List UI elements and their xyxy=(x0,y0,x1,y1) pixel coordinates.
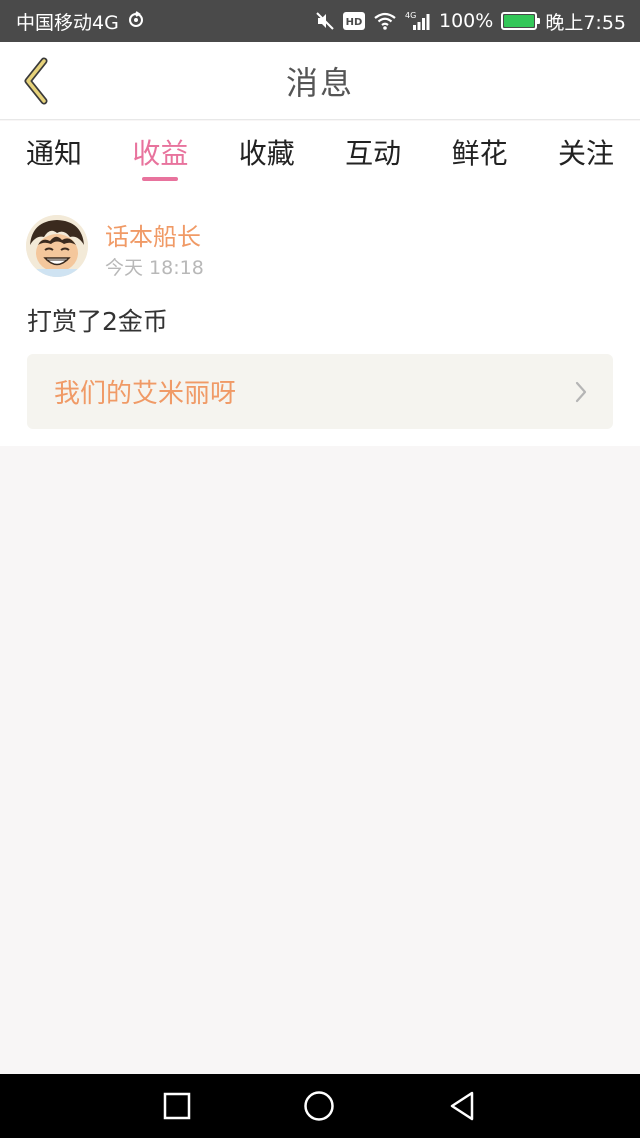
square-icon xyxy=(163,1092,191,1120)
circle-icon xyxy=(304,1091,334,1121)
wifi-icon xyxy=(373,11,397,31)
hd-label: HD xyxy=(346,17,363,28)
tab-earnings[interactable]: 收益 xyxy=(132,121,188,187)
battery-icon xyxy=(501,12,541,30)
tab-bar: 通知 收益 收藏 互动 鲜花 关注 xyxy=(0,121,640,187)
tab-flowers[interactable]: 鲜花 xyxy=(452,121,508,187)
system-back-button[interactable] xyxy=(446,1090,478,1122)
message-text: 打赏了2金币 xyxy=(27,307,168,336)
status-right: HD 4G 100% 晚上7:55 xyxy=(315,8,626,35)
page-title: 消息 xyxy=(285,63,354,102)
chevron-left-icon xyxy=(24,57,48,105)
carrier-label: 中国移动4G xyxy=(16,11,119,34)
tab-label: 关注 xyxy=(557,137,614,170)
battery-percent: 100% xyxy=(439,10,494,32)
tab-favorites[interactable]: 收藏 xyxy=(239,121,295,187)
sync-icon xyxy=(127,10,145,33)
header: 消息 xyxy=(0,42,640,120)
recent-apps-button[interactable] xyxy=(161,1090,193,1122)
message-timestamp: 今天 18:18 xyxy=(105,257,204,279)
signal-icon: 4G xyxy=(405,11,431,31)
triangle-back-icon xyxy=(450,1091,474,1121)
system-nav-bar xyxy=(0,1074,640,1138)
message-card: 话本船长 今天 18:18 打赏了2金币 我们的艾米丽呀 xyxy=(0,187,640,446)
tab-label: 收藏 xyxy=(238,137,295,170)
story-link-title: 我们的艾米丽呀 xyxy=(54,379,237,409)
status-left: 中国移动4G xyxy=(16,8,145,35)
avatar-image xyxy=(26,215,88,277)
tab-label: 收益 xyxy=(132,137,189,170)
active-tab-indicator xyxy=(142,177,179,181)
tab-label: 鲜花 xyxy=(451,137,508,170)
home-button[interactable] xyxy=(303,1090,335,1122)
mute-icon xyxy=(315,11,335,31)
user-name[interactable]: 话本船长 xyxy=(105,217,201,252)
hd-icon: HD xyxy=(343,12,365,30)
network-label: 4G xyxy=(405,11,416,20)
chevron-right-icon xyxy=(575,381,587,402)
tab-notifications[interactable]: 通知 xyxy=(26,121,82,187)
tab-interactions[interactable]: 互动 xyxy=(345,121,401,187)
avatar[interactable] xyxy=(26,215,88,277)
story-link[interactable]: 我们的艾米丽呀 xyxy=(27,354,613,429)
tab-label: 互动 xyxy=(345,137,402,170)
back-button[interactable] xyxy=(14,56,58,106)
status-bar: 中国移动4G HD 4G 100% 晚上7:55 xyxy=(0,0,640,42)
tab-label: 通知 xyxy=(26,137,83,170)
clock: 晚上7:55 xyxy=(545,11,626,34)
tab-follows[interactable]: 关注 xyxy=(558,121,614,187)
